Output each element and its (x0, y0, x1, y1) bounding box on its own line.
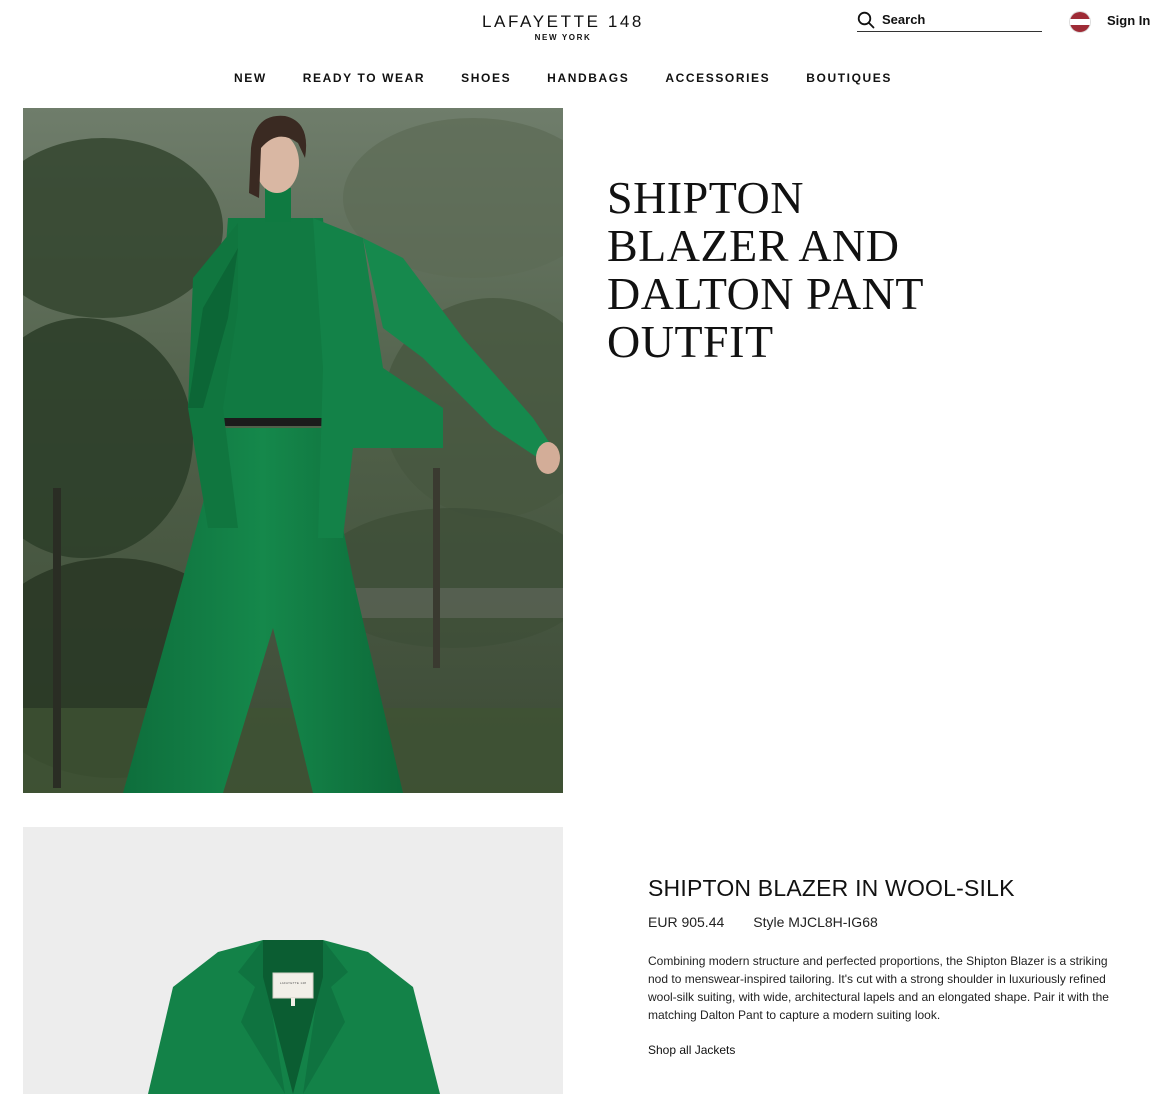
product-description: Combining modern structure and perfected… (648, 954, 1109, 1022)
product-image[interactable]: LAFAYETTE 148 (23, 827, 563, 1094)
search-icon[interactable] (857, 11, 875, 29)
search-input[interactable] (882, 12, 1032, 27)
shop-all-jackets-link[interactable]: Shop all Jackets (648, 1043, 735, 1057)
country-flag-icon[interactable] (1069, 11, 1091, 33)
nav-item-shoes[interactable]: SHOES (461, 71, 511, 85)
nav-item-new[interactable]: NEW (234, 71, 267, 85)
product-name: SHIPTON BLAZER IN WOOL-SILK (648, 875, 1015, 901)
main-nav: NEW READY TO WEAR SHOES HANDBAGS ACCESSO… (0, 71, 1164, 85)
logo-subtitle: NEW YORK (534, 33, 592, 42)
product-meta: EUR 905.44 Style MJCL8H-IG68 (648, 914, 878, 930)
logo-wordmark: LAFAYETTE 148 (482, 12, 644, 31)
nav-item-accessories[interactable]: ACCESSORIES (665, 71, 770, 85)
search-bar[interactable] (857, 8, 1042, 32)
garment-label-text: LAFAYETTE 148 (279, 981, 307, 985)
nav-item-ready-to-wear[interactable]: READY TO WEAR (303, 71, 425, 85)
hero-title: SHIPTON BLAZER AND DALTON PANT OUTFIT (607, 172, 924, 367)
product-price: EUR 905.44 (648, 914, 725, 930)
sign-in-link[interactable]: Sign In (1107, 13, 1150, 28)
hero-outfit-image[interactable] (23, 108, 563, 793)
brand-logo[interactable]: LAFAYETTE 148 NEW YORK (482, 12, 644, 43)
product-style-number: Style MJCL8H-IG68 (753, 914, 878, 930)
nav-item-boutiques[interactable]: BOUTIQUES (806, 71, 892, 85)
nav-item-handbags[interactable]: HANDBAGS (547, 71, 629, 85)
